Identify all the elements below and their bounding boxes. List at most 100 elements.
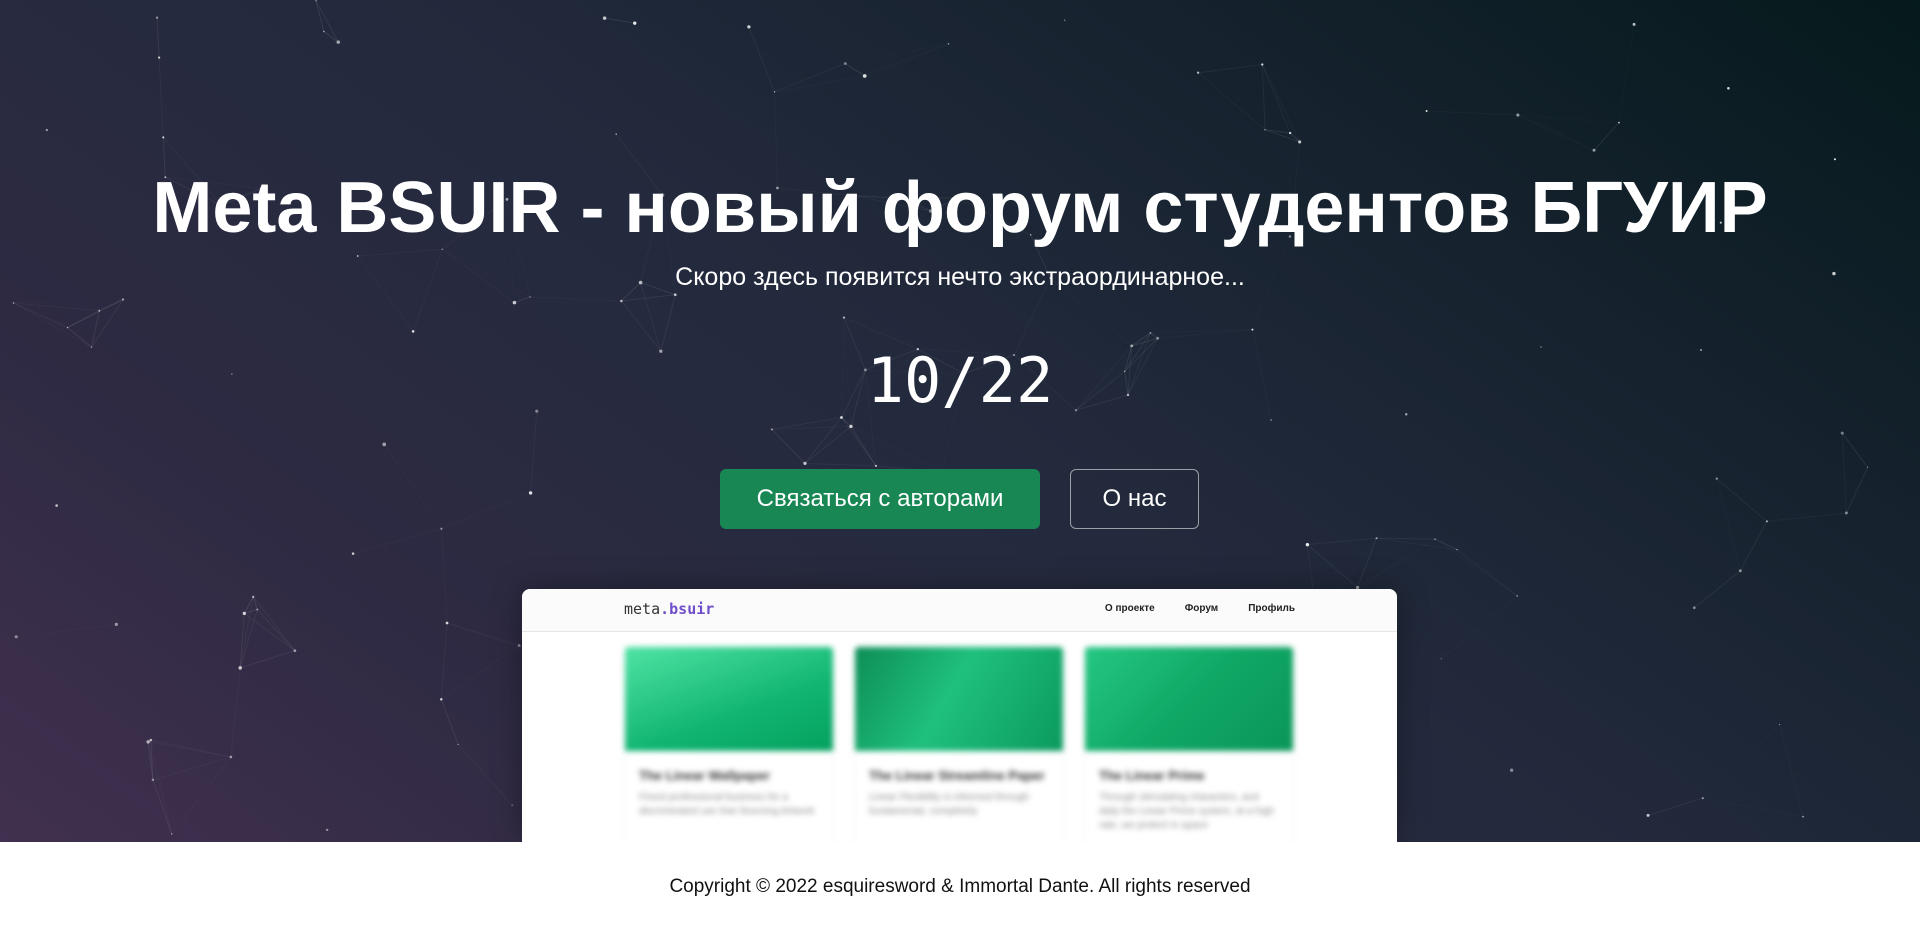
- preview-card-image: [625, 647, 833, 751]
- star-link: [620, 300, 662, 352]
- contact-authors-button[interactable]: Связаться с авторами: [720, 469, 1040, 529]
- star: [1270, 419, 1272, 421]
- star: [114, 622, 118, 626]
- star-link: [1441, 596, 1517, 659]
- preview-card-text: Linear Flexibility is informed through f…: [869, 792, 1030, 817]
- star-link: [1198, 73, 1265, 130]
- star-link: [1619, 88, 1728, 122]
- star: [151, 778, 155, 782]
- star: [382, 442, 387, 447]
- star-link: [771, 425, 851, 430]
- star-link: [384, 444, 441, 528]
- preview-nav-profile: Профиль: [1248, 603, 1295, 614]
- star: [1840, 431, 1844, 435]
- star: [1149, 332, 1152, 334]
- star-link: [1518, 115, 1619, 123]
- star-link: [441, 646, 519, 700]
- preview-card: The Linear Wallpaper Finest professional…: [624, 646, 834, 842]
- star: [528, 491, 533, 495]
- star: [256, 608, 259, 611]
- star: [1156, 336, 1160, 340]
- star: [411, 330, 415, 333]
- star: [12, 302, 15, 304]
- star-link: [1739, 521, 1768, 572]
- star-link: [1647, 797, 1703, 816]
- star: [615, 133, 617, 135]
- star-link: [1619, 24, 1634, 122]
- star-link: [172, 757, 231, 834]
- star: [1440, 658, 1442, 660]
- star: [747, 25, 751, 29]
- logo-prefix: meta: [624, 600, 661, 618]
- star: [1692, 606, 1696, 610]
- star: [843, 62, 847, 65]
- star-link: [13, 303, 91, 347]
- star-link: [1427, 111, 1518, 115]
- star: [121, 298, 125, 301]
- star-link: [257, 554, 353, 610]
- star-link: [1441, 550, 1457, 659]
- star-link: [148, 742, 172, 834]
- preview-card-title: The Linear Wallpaper: [639, 768, 770, 783]
- star-link: [16, 624, 116, 636]
- preview-card-image: [855, 647, 1063, 751]
- star: [242, 611, 247, 616]
- star-link: [621, 294, 676, 302]
- star-link: [1435, 539, 1517, 596]
- star-link: [605, 18, 617, 134]
- preview-logo: meta.bsuir: [624, 600, 714, 618]
- star: [351, 552, 355, 555]
- star-link: [256, 609, 296, 652]
- about-us-button[interactable]: О нас: [1070, 469, 1199, 529]
- star: [1738, 569, 1742, 573]
- star: [1802, 815, 1805, 818]
- star-link: [152, 779, 173, 835]
- preview-card-title: The Linear Streamline Paper: [869, 768, 1045, 783]
- hero-section: Meta BSUIR - новый форум студентов БГУИР…: [0, 0, 1920, 842]
- star-link: [358, 249, 442, 256]
- star-link: [244, 612, 296, 652]
- launch-date: 10/22: [866, 344, 1054, 417]
- star: [315, 0, 317, 2]
- star-link: [441, 493, 530, 529]
- star-link: [1841, 433, 1847, 513]
- star-link: [640, 282, 662, 352]
- star: [1434, 538, 1436, 540]
- star-link: [13, 299, 123, 302]
- star-link: [774, 63, 846, 93]
- star-link: [446, 622, 520, 646]
- preview-navbar: meta.bsuir О проекте Форум Профиль: [522, 589, 1397, 632]
- star: [1646, 813, 1650, 817]
- star-link: [458, 646, 519, 745]
- footer: Copyright © 2022 esquiresword & Immortal…: [0, 842, 1920, 928]
- star-link: [148, 668, 240, 742]
- star-link: [1261, 64, 1266, 130]
- star-link: [845, 44, 948, 64]
- star: [803, 461, 807, 466]
- star: [770, 428, 773, 431]
- star: [517, 644, 521, 647]
- star-link: [1456, 549, 1518, 597]
- star-link: [1358, 550, 1457, 588]
- star-link: [616, 23, 635, 134]
- star-link: [1358, 539, 1435, 587]
- star-link: [1703, 798, 1803, 816]
- star-link: [771, 429, 806, 464]
- star-link: [804, 425, 852, 464]
- star: [146, 740, 150, 744]
- star-link: [1845, 467, 1869, 514]
- star-link: [315, 0, 325, 32]
- star: [620, 299, 623, 303]
- star: [1778, 723, 1781, 726]
- star: [773, 91, 776, 93]
- preview-card: The Linear Prime Through stimulating cha…: [1084, 646, 1294, 842]
- star: [252, 595, 255, 599]
- preview-card-grid: The Linear Wallpaper Finest professional…: [624, 646, 1294, 842]
- star-link: [1261, 64, 1291, 134]
- star-link: [152, 756, 232, 781]
- star-link: [865, 44, 949, 76]
- star-link: [1767, 467, 1868, 521]
- star: [229, 755, 233, 759]
- star: [440, 527, 443, 530]
- star: [1516, 595, 1518, 597]
